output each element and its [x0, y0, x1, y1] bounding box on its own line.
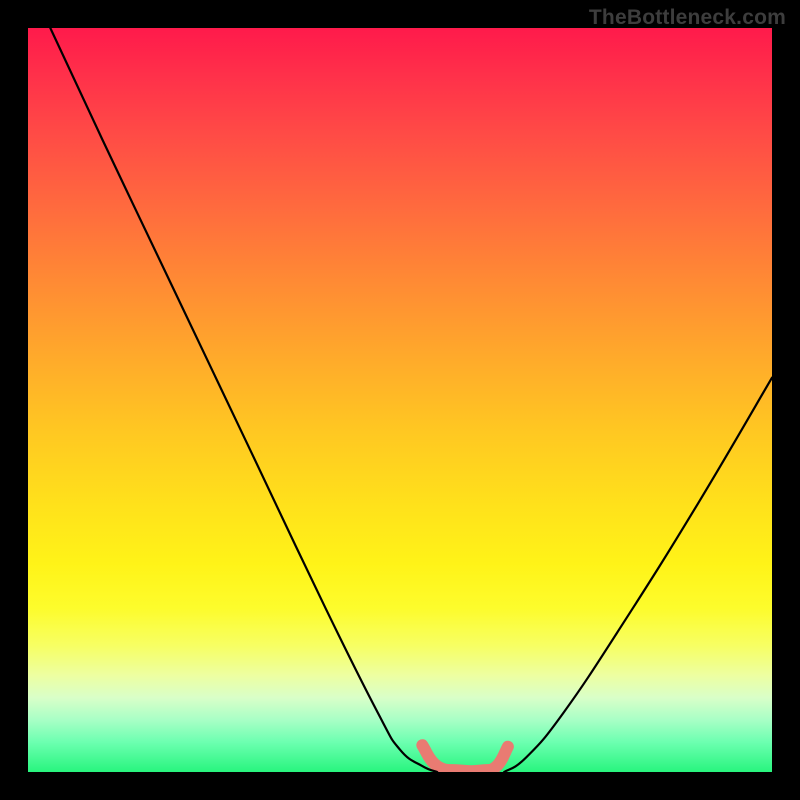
- bottleneck-curve-right: [504, 378, 772, 772]
- curve-svg: [28, 28, 772, 772]
- bottleneck-curve-left: [50, 28, 437, 772]
- chart-frame: TheBottleneck.com: [0, 0, 800, 800]
- watermark-text: TheBottleneck.com: [589, 6, 786, 30]
- plot-area: [28, 28, 772, 772]
- optimal-range-accent: [422, 745, 508, 771]
